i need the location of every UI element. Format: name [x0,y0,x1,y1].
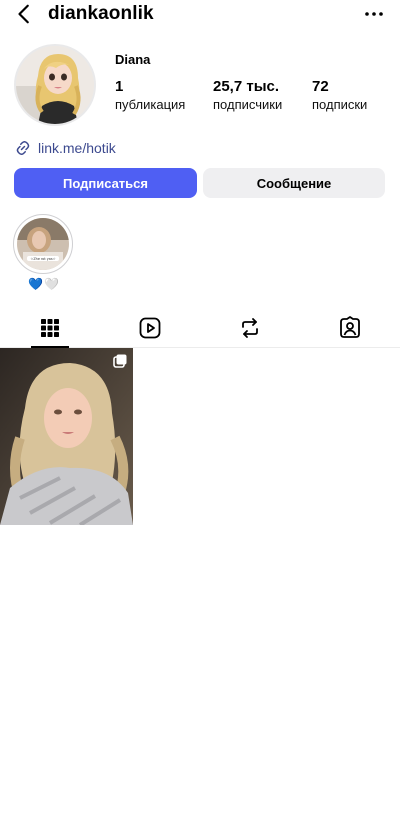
post-image [0,348,133,525]
subscribe-button[interactable]: Подписаться [14,168,197,198]
reels-icon[interactable] [138,316,162,340]
multiple-photos-icon [113,354,127,368]
stat-posts-value: 1 [115,78,124,95]
reposts-icon[interactable] [238,316,262,340]
grid-icon[interactable] [38,316,62,340]
story-highlight[interactable]: ☆Zhe rot yas☆ [13,214,73,274]
stat-followers[interactable]: 25,7 тыс. подписчики [213,78,282,113]
blue-heart-emoji: 💙 [28,277,43,291]
profile-link-text: link.me/hotik [38,140,116,156]
story-highlight-label: 💙 🤍 [28,277,59,291]
profile-link[interactable]: link.me/hotik [14,139,116,157]
link-icon [16,140,30,156]
stat-posts-label: публикация [115,97,186,112]
profile-avatar-ring[interactable] [14,44,96,126]
story-highlight-cover: ☆Zhe rot yas☆ [17,218,69,270]
top-bar: diankaonlik [0,0,400,30]
stat-following-label: подписки [312,97,368,112]
white-heart-emoji: 🤍 [43,277,59,291]
stat-followers-value: 25,7 тыс. [213,78,280,95]
story-highlight-sticker: ☆Zhe rot yas☆ [30,257,55,261]
display-name: Diana [115,52,151,67]
stat-following-value: 72 [312,78,329,95]
profile-username: diankaonlik [48,3,154,24]
stat-followers-label: подписчики [213,97,283,112]
stat-following[interactable]: 72 подписки [312,78,367,113]
post-thumbnail[interactable] [0,348,133,525]
avatar [16,46,94,124]
more-horizontal-icon[interactable] [364,4,384,24]
chevron-left-icon[interactable] [14,3,36,25]
profile-tabs [0,310,400,348]
stat-posts[interactable]: 1 публикация [115,78,185,113]
message-button[interactable]: Сообщение [203,168,385,198]
tagged-icon[interactable] [338,316,362,340]
